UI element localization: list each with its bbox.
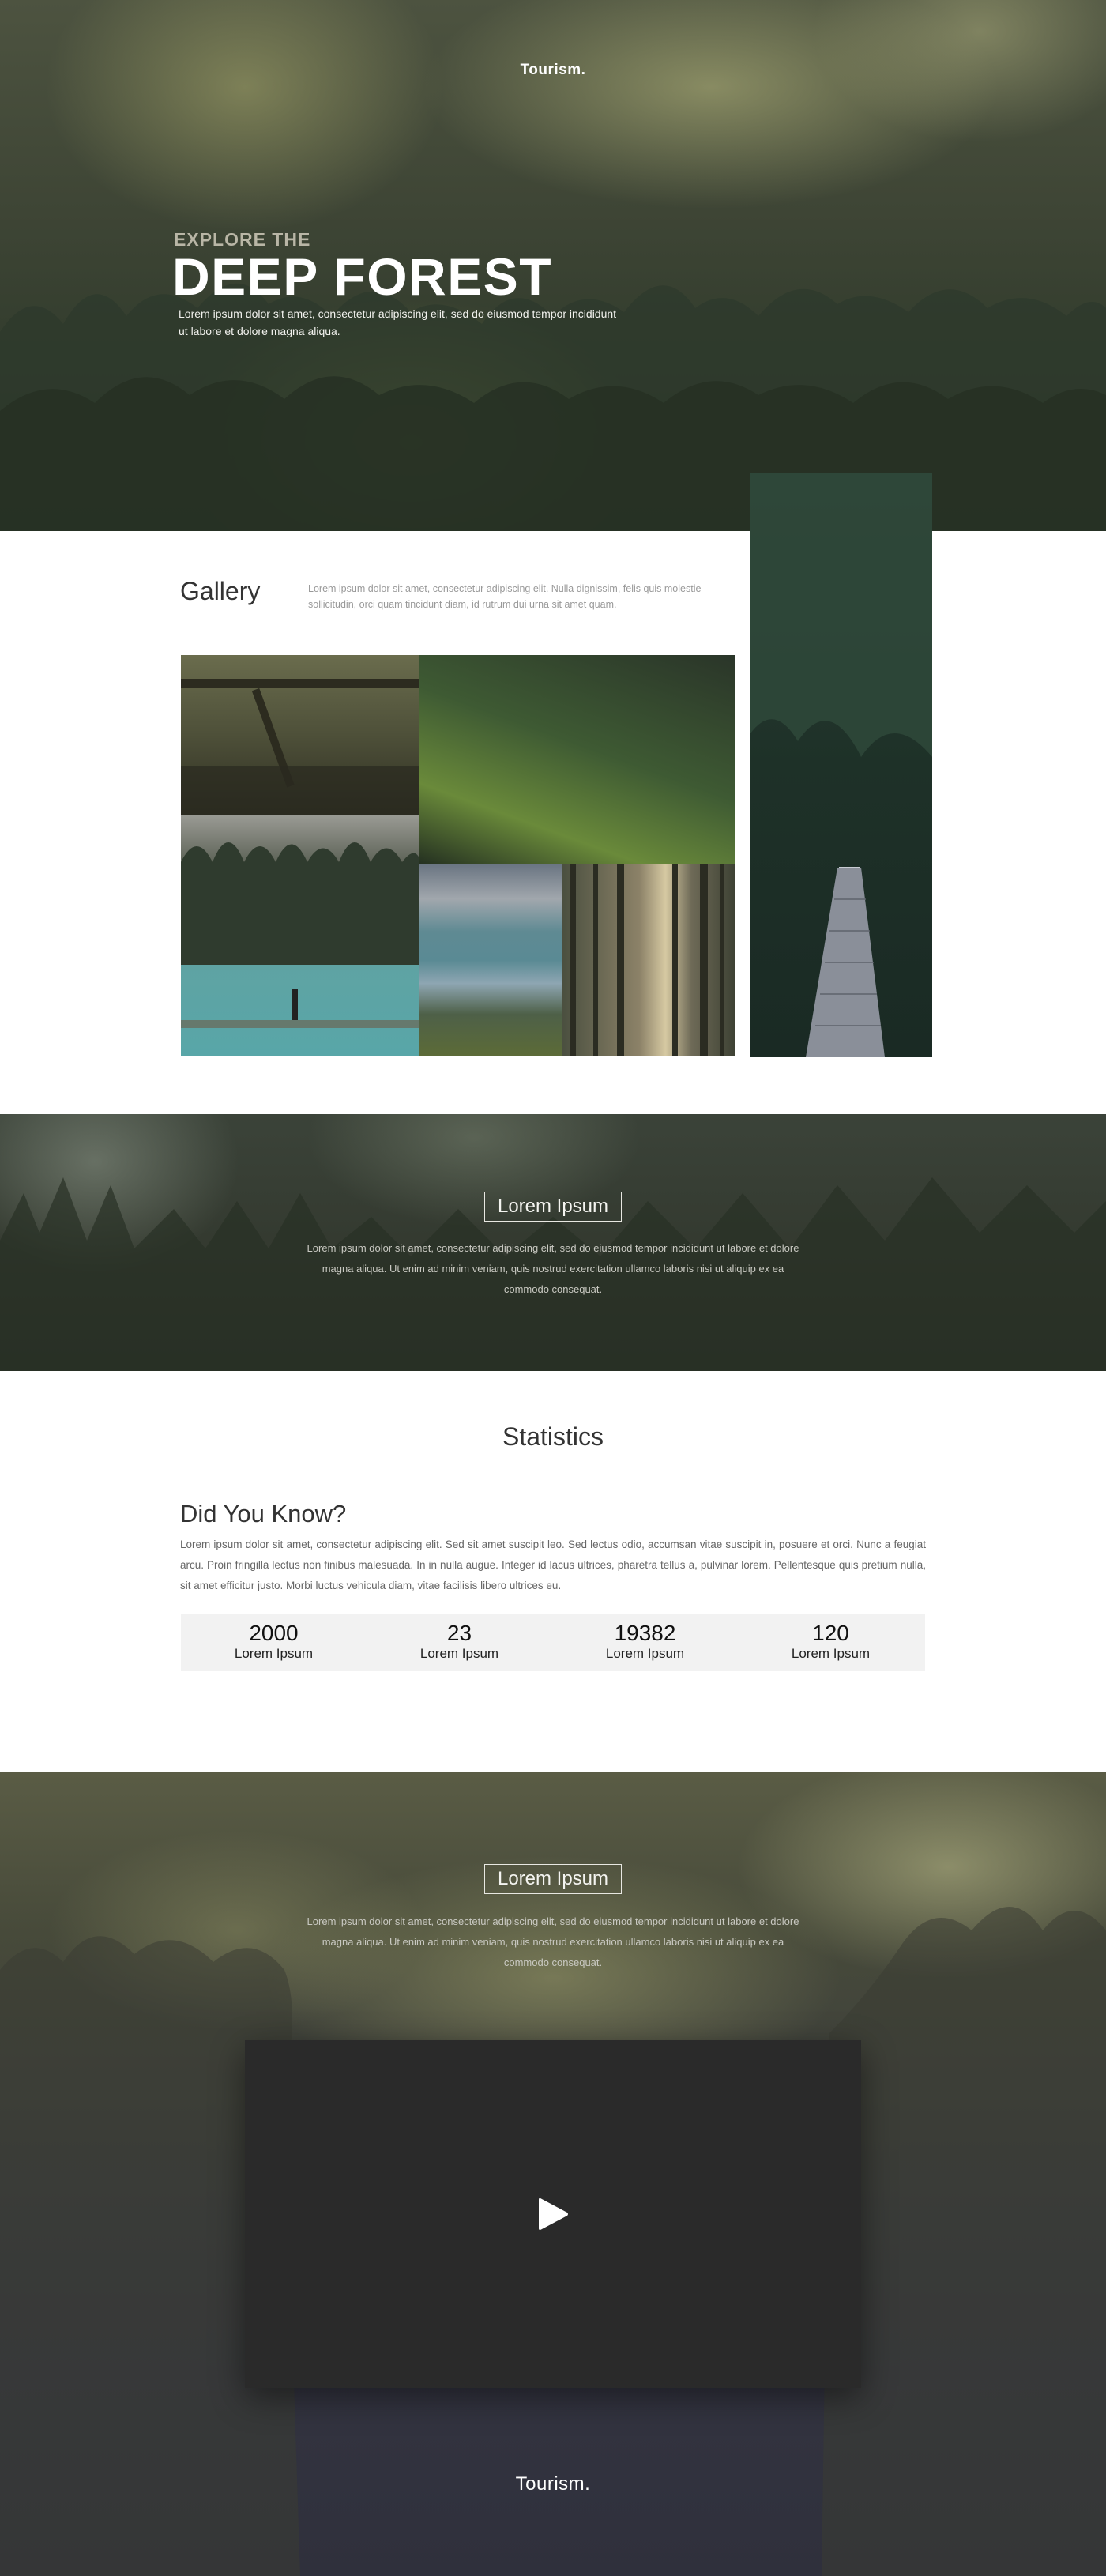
stat-label: Lorem Ipsum (791, 1646, 871, 1661)
banner-text: Lorem ipsum dolor sit amet, consectetur … (307, 1242, 799, 1295)
stat-value: 23 (446, 1621, 472, 1645)
stat-item: 120 Lorem Ipsum (738, 1614, 924, 1663)
gallery-photo-lake[interactable] (181, 815, 419, 1056)
video-section-text: Lorem ipsum dolor sit amet, consectetur … (307, 1915, 799, 1968)
gallery-photo-sunlit-forest[interactable] (562, 864, 735, 1056)
bench-illustration (181, 679, 419, 815)
banner-button[interactable]: Lorem Ipsum (484, 1192, 622, 1222)
stat-label: Lorem Ipsum (234, 1646, 314, 1661)
stat-value: 19382 (614, 1621, 676, 1645)
gallery-description: Lorem ipsum dolor sit amet, consectetur … (308, 583, 702, 610)
footer-logo[interactable]: Tourism. (0, 2473, 1106, 2495)
trunks-illustration (570, 864, 724, 1056)
stat-item: 23 Lorem Ipsum (367, 1614, 552, 1663)
stat-item: 2000 Lorem Ipsum (181, 1614, 367, 1663)
did-you-know-text: Lorem ipsum dolor sit amet, consectetur … (180, 1538, 926, 1591)
did-you-know-heading: Did You Know? (180, 1500, 347, 1527)
stat-value: 2000 (249, 1621, 299, 1645)
stat-value: 120 (812, 1621, 849, 1645)
statistics-title: Statistics (502, 1422, 604, 1451)
gallery-photo-bridge[interactable] (750, 473, 932, 1057)
stat-item: 19382 Lorem Ipsum (552, 1614, 738, 1663)
gallery-photo-sea-mountains[interactable] (419, 864, 562, 1056)
forest-silhouette (0, 283, 1106, 531)
logo[interactable]: Tourism. (0, 62, 1106, 79)
gallery-title: Gallery (180, 577, 261, 605)
bridge-illustration (750, 473, 932, 1057)
play-icon[interactable] (536, 2195, 570, 2233)
stats-bar: 2000 Lorem Ipsum 23 Lorem Ipsum 19382 Lo… (181, 1614, 925, 1671)
hero-section: Tourism. EXPLORE THE DEEP FOREST Lorem i… (0, 0, 1106, 531)
lake-illustration (181, 842, 419, 1028)
video-section-button[interactable]: Lorem Ipsum (484, 1864, 622, 1894)
stat-label: Lorem Ipsum (419, 1646, 499, 1661)
gallery-photo-forest-bench[interactable] (181, 655, 419, 815)
stat-label: Lorem Ipsum (605, 1646, 685, 1661)
gallery-photo-green-trees[interactable] (419, 655, 735, 864)
hero-title: DEEP FOREST (172, 247, 553, 306)
hero-description: Lorem ipsum dolor sit amet, consectetur … (179, 307, 617, 337)
